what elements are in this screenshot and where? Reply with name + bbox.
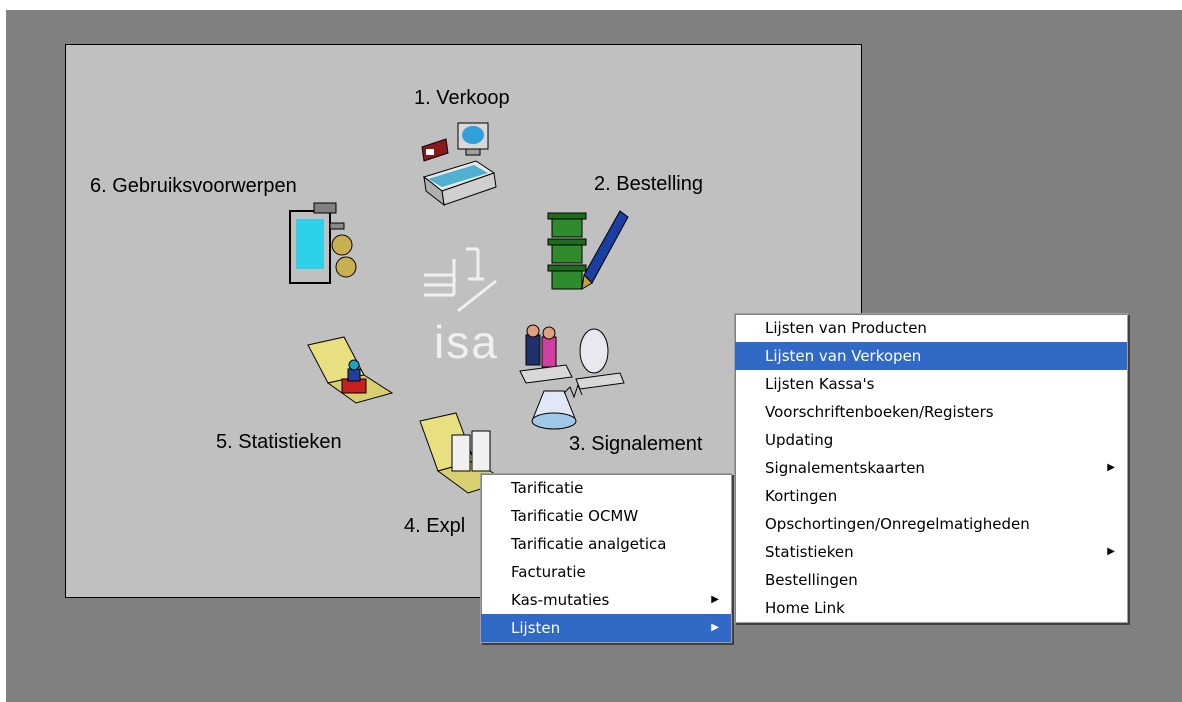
submenu-item-voorschriftenboeken[interactable]: Voorschriftenboeken/Registers [735, 398, 1127, 426]
submenu-arrow-icon: ▶ [1107, 546, 1115, 557]
module-label-bestelling[interactable]: 2. Bestelling [594, 173, 703, 196]
order-module-icon[interactable] [544, 203, 634, 293]
module-label-exploitatie[interactable]: 4. Expl [404, 515, 465, 538]
submenu-arrow-icon: ▶ [711, 622, 719, 633]
menu-item-tarificatie-ocmw[interactable]: Tarificatie OCMW [481, 502, 731, 530]
submenu-arrow-icon: ▶ [1107, 462, 1115, 473]
submenu-item-lijsten-van-verkopen[interactable]: Lijsten van Verkopen [735, 342, 1127, 370]
context-menu-main: Tarificatie Tarificatie OCMW Tarificatie… [480, 473, 732, 643]
sales-module-icon[interactable] [414, 113, 504, 213]
submenu-item-updating[interactable]: Updating [735, 426, 1127, 454]
isa-logo-text: isa [434, 316, 499, 368]
submenu-item-home-link[interactable]: Home Link [735, 594, 1127, 622]
utensils-module-icon[interactable] [284, 195, 364, 291]
menu-item-lijsten[interactable]: Lijsten ▶ [481, 614, 731, 642]
module-label-gebruiksvoorwerpen[interactable]: 6. Gebruiksvoorwerpen [90, 175, 297, 198]
submenu-item-opschortingen[interactable]: Opschortingen/Onregelmatigheden [735, 510, 1127, 538]
menu-item-facturatie[interactable]: Facturatie [481, 558, 731, 586]
module-label-signalement[interactable]: 3. Signalement [569, 433, 702, 456]
submenu-item-bestellingen[interactable]: Bestellingen [735, 566, 1127, 594]
module-label-verkoop[interactable]: 1. Verkoop [414, 87, 510, 110]
statistics-module-icon[interactable] [304, 335, 396, 415]
submenu-item-statistieken[interactable]: Statistieken ▶ [735, 538, 1127, 566]
submenu-item-kortingen[interactable]: Kortingen [735, 482, 1127, 510]
signalement-module-icon[interactable] [516, 321, 628, 441]
submenu-arrow-icon: ▶ [711, 594, 719, 605]
submenu-item-lijsten-kassas[interactable]: Lijsten Kassa's [735, 370, 1127, 398]
submenu-item-lijsten-van-producten[interactable]: Lijsten van Producten [735, 314, 1127, 342]
menu-item-tarificatie-analgetica[interactable]: Tarificatie analgetica [481, 530, 731, 558]
module-label-statistieken[interactable]: 5. Statistieken [216, 431, 342, 454]
context-menu-lijsten: Lijsten van Producten Lijsten van Verkop… [734, 313, 1128, 623]
menu-item-tarificatie[interactable]: Tarificatie [481, 474, 731, 502]
menu-item-kas-mutaties[interactable]: Kas-mutaties ▶ [481, 586, 731, 614]
submenu-item-signalementskaarten[interactable]: Signalementskaarten ▶ [735, 454, 1127, 482]
